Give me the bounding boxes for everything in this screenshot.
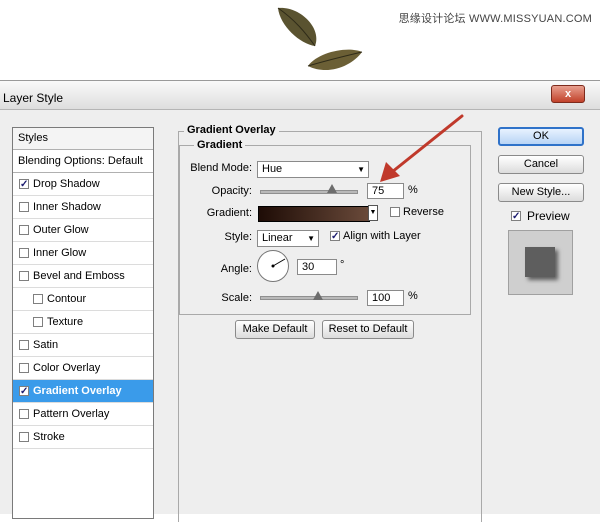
opacity-label: Opacity: (211, 185, 252, 197)
angle-input[interactable]: 30 (297, 259, 337, 275)
pattern-overlay-checkbox[interactable] (19, 409, 29, 419)
texture-checkbox[interactable] (33, 317, 43, 327)
opacity-slider-thumb[interactable] (327, 184, 337, 193)
gradient-dropdown-icon[interactable]: ▼ (368, 205, 378, 221)
reverse-label: Reverse (403, 206, 444, 218)
reverse-checkbox[interactable] (390, 207, 400, 217)
style-item-outer-glow[interactable]: Outer Glow (13, 219, 153, 242)
styles-list: Styles Blending Options: Default ✓ Drop … (12, 127, 154, 519)
reset-to-default-button[interactable]: Reset to Default (322, 320, 414, 339)
scale-label: Scale: (221, 292, 252, 304)
style-item-label: Bevel and Emboss (33, 270, 125, 282)
styles-header[interactable]: Styles (13, 128, 153, 150)
inner-glow-checkbox[interactable] (19, 248, 29, 258)
color-overlay-checkbox[interactable] (19, 363, 29, 373)
style-item-satin[interactable]: Satin (13, 334, 153, 357)
drop-shadow-checkbox[interactable]: ✓ (19, 179, 29, 190)
gradient-group-title: Gradient (194, 139, 246, 151)
style-item-label: Outer Glow (33, 224, 89, 236)
style-preview (508, 230, 573, 295)
dialog-titlebar: Layer Style x (0, 81, 600, 110)
style-item-color-overlay[interactable]: Color Overlay (13, 357, 153, 380)
style-item-pattern-overlay[interactable]: Pattern Overlay (13, 403, 153, 426)
leaf-image (277, 7, 363, 71)
style-item-inner-shadow[interactable]: Inner Shadow (13, 196, 153, 219)
style-item-label: Inner Glow (33, 247, 87, 259)
outer-glow-checkbox[interactable] (19, 225, 29, 235)
opacity-slider-track[interactable] (260, 190, 358, 194)
style-value: Linear (262, 232, 293, 244)
scale-slider-track[interactable] (260, 296, 358, 300)
new-style-button[interactable]: New Style... (498, 183, 584, 202)
style-item-label: Satin (33, 339, 59, 351)
angle-unit: ° (340, 259, 345, 271)
cancel-button[interactable]: Cancel (498, 155, 584, 174)
style-item-label: Contour (47, 293, 87, 305)
preview-label: Preview (527, 209, 570, 223)
align-with-layer-checkbox[interactable]: ✓ (330, 231, 340, 242)
style-item-contour[interactable]: Contour (13, 288, 153, 311)
style-select[interactable]: Linear ▼ (257, 230, 319, 247)
preview-checkbox[interactable]: ✓ (511, 211, 521, 222)
gradient-picker[interactable] (258, 206, 370, 222)
gradient-label: Gradient: (206, 207, 252, 219)
scale-slider-thumb[interactable] (312, 291, 323, 300)
blend-mode-select[interactable]: Hue ▼ (257, 161, 369, 178)
blend-mode-label: Blend Mode: (190, 162, 252, 174)
style-item-label: Color Overlay (33, 362, 101, 374)
blend-mode-value: Hue (262, 163, 283, 175)
angle-label: Angle: (220, 263, 252, 275)
style-item-label: Drop Shadow (33, 178, 100, 190)
chevron-down-icon: ▼ (307, 234, 315, 243)
blending-options-item[interactable]: Blending Options: Default (13, 150, 153, 173)
stroke-checkbox[interactable] (19, 432, 29, 442)
preview-swatch (525, 247, 555, 277)
align-with-layer-label: Align with Layer (343, 230, 421, 242)
style-item-drop-shadow[interactable]: ✓ Drop Shadow (13, 173, 153, 196)
contour-checkbox[interactable] (33, 294, 43, 304)
style-item-inner-glow[interactable]: Inner Glow (13, 242, 153, 265)
gradient-overlay-checkbox[interactable]: ✓ (19, 386, 29, 397)
style-item-texture[interactable]: Texture (13, 311, 153, 334)
site-watermark: 思缘设计论坛 WWW.MISSYUAN.COM (398, 13, 592, 25)
scale-input[interactable]: 100 (367, 290, 404, 306)
style-label: Style: (224, 231, 252, 243)
style-item-label: Stroke (33, 431, 65, 443)
section-title: Gradient Overlay (184, 124, 279, 136)
style-item-bevel-emboss[interactable]: Bevel and Emboss (13, 265, 153, 288)
style-item-label: Gradient Overlay (33, 385, 122, 397)
inner-shadow-checkbox[interactable] (19, 202, 29, 212)
chevron-down-icon: ▼ (357, 165, 365, 174)
bevel-emboss-checkbox[interactable] (19, 271, 29, 281)
style-item-stroke[interactable]: Stroke (13, 426, 153, 449)
angle-dial[interactable] (257, 250, 289, 282)
annotation-arrow-icon (380, 114, 464, 182)
angle-needle-icon (271, 258, 286, 268)
satin-checkbox[interactable] (19, 340, 29, 350)
close-button[interactable]: x (551, 85, 585, 103)
style-item-label: Texture (47, 316, 84, 328)
style-item-label: Inner Shadow (33, 201, 101, 213)
make-default-button[interactable]: Make Default (235, 320, 315, 339)
scale-unit: % (408, 290, 418, 302)
style-item-label: Pattern Overlay (33, 408, 110, 420)
dialog-title: Layer Style (3, 91, 64, 105)
style-item-gradient-overlay[interactable]: ✓ Gradient Overlay (13, 380, 153, 403)
ok-button[interactable]: OK (498, 127, 584, 146)
